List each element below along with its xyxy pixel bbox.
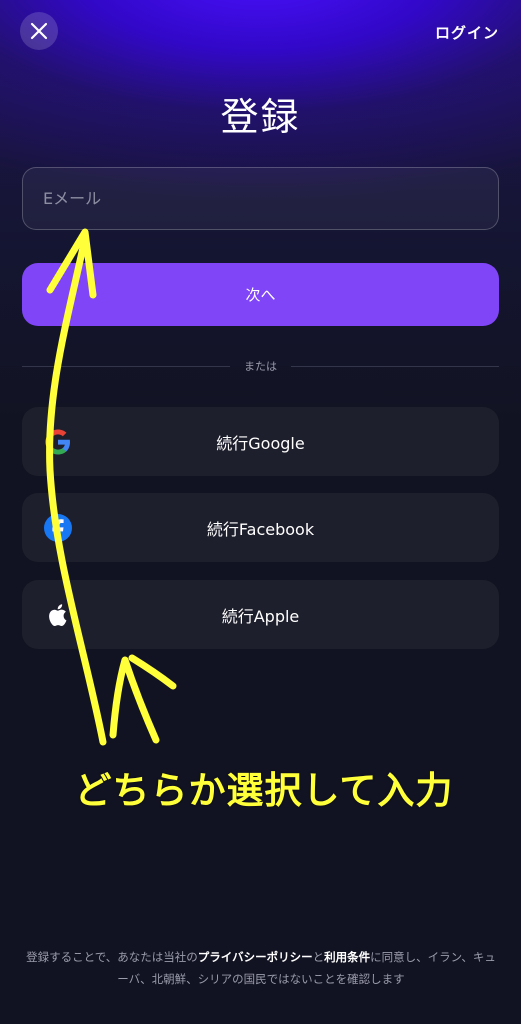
legal-and: と <box>312 950 325 964</box>
continue-facebook-button[interactable]: 続行Facebook <box>22 493 499 562</box>
close-button[interactable] <box>20 12 58 50</box>
privacy-policy-link[interactable]: プライバシーポリシー <box>198 950 313 964</box>
annotation-text: どちらか選択して入力 <box>74 769 454 812</box>
email-input[interactable] <box>22 167 499 230</box>
next-button[interactable]: 次へ <box>22 263 499 326</box>
close-icon <box>30 22 48 40</box>
apple-icon <box>49 604 67 627</box>
legal-prefix: 登録することで、あなたは当社の <box>26 950 198 964</box>
continue-facebook-label: 続行Facebook <box>206 519 315 539</box>
or-divider: または <box>22 356 499 376</box>
login-link[interactable]: ログイン <box>435 22 499 43</box>
continue-google-button[interactable]: 続行Google <box>22 407 499 476</box>
continue-google-label: 続行Google <box>216 433 305 453</box>
page-title: 登録 <box>220 95 301 139</box>
terms-link[interactable]: 利用条件 <box>324 950 370 964</box>
continue-apple-label: 続行Apple <box>221 606 300 626</box>
facebook-icon <box>44 514 72 542</box>
google-icon <box>45 429 70 455</box>
divider-line-right <box>291 366 499 367</box>
continue-apple-button[interactable]: 続行Apple <box>22 580 499 649</box>
legal-notice: 登録することで、あなたは当社のプライバシーポリシーと利用条件に同意し、イラン、キ… <box>26 946 496 990</box>
